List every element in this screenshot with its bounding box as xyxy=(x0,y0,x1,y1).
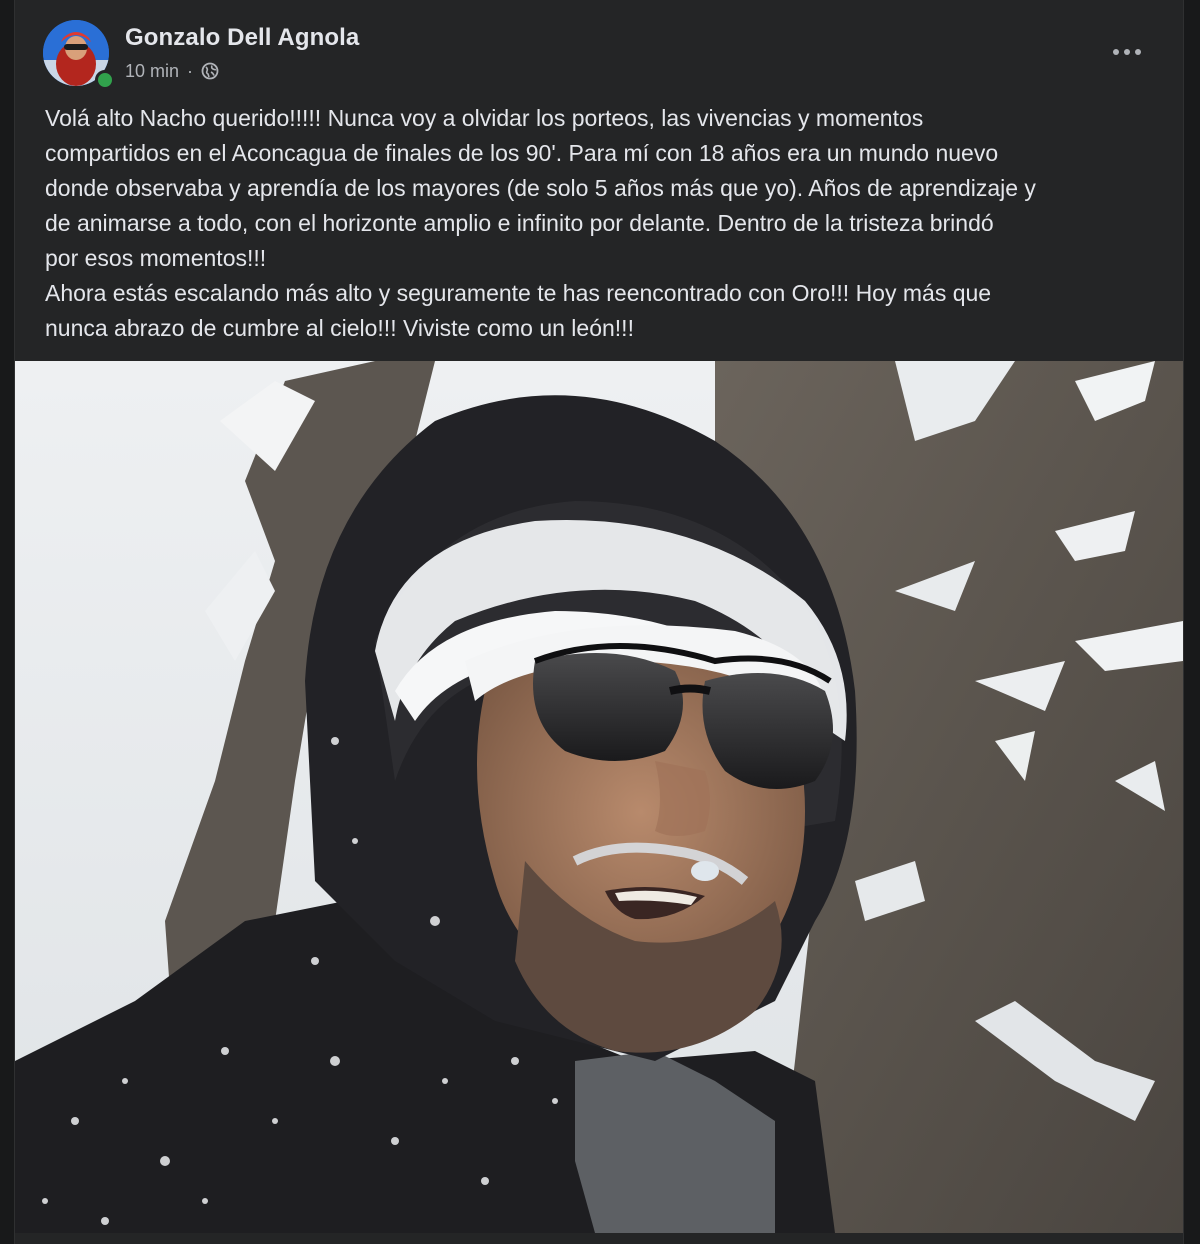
post-card: Gonzalo Dell Agnola 10 min · Volá alto N… xyxy=(14,0,1184,1244)
online-status-indicator xyxy=(95,70,115,90)
post-text-line: donde observaba y aprendía de los mayore… xyxy=(45,175,1036,201)
more-dot xyxy=(1124,49,1130,55)
author-name[interactable]: Gonzalo Dell Agnola xyxy=(125,24,359,52)
post-text-line: por esos momentos!!! xyxy=(45,245,267,271)
post-header: Gonzalo Dell Agnola 10 min · xyxy=(15,0,1183,100)
post-photo[interactable] xyxy=(15,361,1183,1233)
post-text-line: de animarse a todo, con el horizonte amp… xyxy=(45,210,994,236)
post-text: Volá alto Nacho querido!!!!! Nunca voy a… xyxy=(45,101,1165,346)
post-text-line: nunca abrazo de cumbre al cielo!!! Vivis… xyxy=(45,315,634,341)
post-footer-strip xyxy=(15,1233,1183,1244)
more-dot xyxy=(1135,49,1141,55)
post-meta: 10 min · xyxy=(125,60,219,82)
more-dot xyxy=(1113,49,1119,55)
post-timestamp[interactable]: 10 min xyxy=(125,61,179,82)
meta-separator: · xyxy=(187,60,194,81)
more-options-icon[interactable] xyxy=(1105,34,1149,70)
globe-icon xyxy=(201,62,219,80)
post-text-line: Ahora estás escalando más alto y seguram… xyxy=(45,280,992,306)
post-text-line: compartidos en el Aconcagua de finales d… xyxy=(45,140,999,166)
post-text-line: Volá alto Nacho querido!!!!! Nunca voy a… xyxy=(45,105,924,131)
